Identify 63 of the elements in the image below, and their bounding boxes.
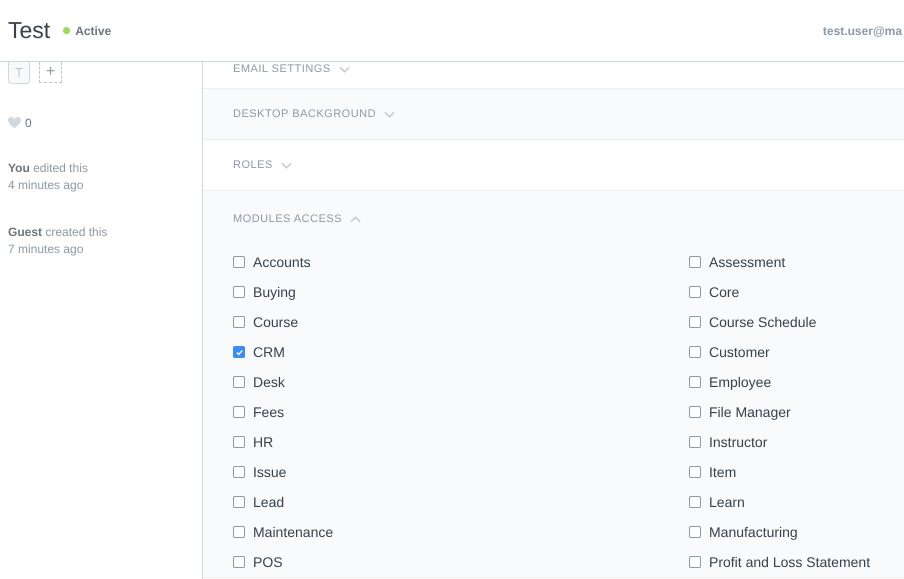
chevron-down-icon[interactable]: [338, 66, 350, 72]
module-label: Course Schedule: [709, 314, 816, 330]
module-label: Item: [709, 464, 736, 480]
checkbox[interactable]: [233, 436, 245, 448]
module-label: CRM: [253, 344, 285, 360]
module-label: Manufacturing: [709, 524, 798, 540]
module-label: Issue: [253, 464, 286, 480]
page-title: Test: [8, 17, 50, 44]
checkbox[interactable]: [233, 316, 245, 328]
checkbox[interactable]: [689, 556, 701, 568]
checkbox[interactable]: [689, 406, 701, 418]
checkbox[interactable]: [233, 526, 245, 538]
checkbox[interactable]: [689, 316, 701, 328]
module-label: HR: [253, 434, 274, 450]
chevron-up-icon[interactable]: [350, 216, 362, 222]
checkbox[interactable]: [689, 466, 701, 478]
like-count: 0: [25, 116, 32, 130]
module-label: POS: [253, 554, 283, 570]
section-heading[interactable]: EMAIL SETTINGS: [233, 63, 331, 75]
checkbox[interactable]: [233, 406, 245, 418]
checkbox[interactable]: [689, 436, 701, 448]
module-label: Instructor: [709, 434, 768, 450]
module-label: Profit and Loss Statement: [709, 554, 870, 570]
module-label: Learn: [709, 494, 745, 510]
module-label: Core: [709, 284, 740, 300]
add-button[interactable]: +: [39, 62, 62, 83]
heart-icon[interactable]: [8, 117, 21, 129]
checkbox[interactable]: [233, 346, 245, 358]
activity-time: 7 minutes ago: [8, 241, 84, 258]
checkbox[interactable]: [689, 346, 701, 358]
module-label: Buying: [253, 284, 296, 300]
user-email: test.user@ma: [822, 24, 902, 38]
checkbox[interactable]: [233, 376, 245, 388]
activity-time: 4 minutes ago: [8, 177, 84, 194]
module-label: Desk: [253, 374, 285, 390]
module-label: Course: [253, 314, 298, 330]
module-label: Maintenance: [253, 524, 334, 540]
module-label: Fees: [253, 404, 284, 420]
checkbox[interactable]: [689, 526, 701, 538]
checkbox[interactable]: [233, 496, 245, 508]
activity-text: You edited this: [8, 160, 89, 177]
module-label: Customer: [709, 344, 770, 360]
module-label: Employee: [709, 374, 772, 390]
section-heading[interactable]: DESKTOP BACKGROUND: [233, 108, 376, 120]
checkbox[interactable]: [233, 286, 245, 298]
checkbox[interactable]: [689, 256, 701, 268]
checkbox[interactable]: [689, 496, 701, 508]
module-label: Accounts: [253, 254, 311, 270]
checkbox[interactable]: [689, 286, 701, 298]
module-label: Assessment: [709, 254, 786, 270]
checkmark-icon: [234, 348, 244, 356]
module-label: File Manager: [709, 404, 791, 420]
checkbox[interactable]: [233, 256, 245, 268]
module-label: Lead: [253, 494, 284, 510]
checkbox[interactable]: [689, 376, 701, 388]
chevron-down-icon[interactable]: [384, 110, 396, 118]
section-heading[interactable]: ROLES: [233, 159, 273, 171]
status-label: Active: [75, 24, 112, 38]
section-heading[interactable]: MODULES ACCESS: [233, 213, 342, 225]
checkbox[interactable]: [233, 466, 245, 478]
activity-text: Guest created this: [8, 224, 108, 241]
chevron-down-icon[interactable]: [280, 162, 292, 168]
checkbox[interactable]: [233, 556, 245, 568]
